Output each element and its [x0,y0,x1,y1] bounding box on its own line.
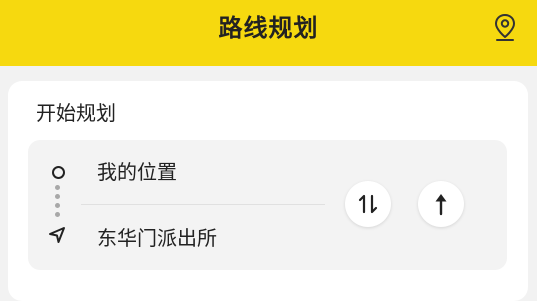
route-dot-icon [55,194,60,199]
route-dot-icon [55,185,60,190]
route-dot-icon [55,212,60,217]
page-title: 路线规划 [218,14,319,42]
row-divider [81,204,325,205]
swap-icon [358,194,378,214]
route-dot-icon [55,203,60,208]
location-pin-icon[interactable] [491,12,519,44]
go-button[interactable] [418,181,464,227]
origin-field[interactable]: 我的位置 [97,158,177,186]
swap-button[interactable] [345,181,391,227]
app-header: 路线规划 [0,0,537,66]
navigation-arrow-icon [48,226,66,244]
arrow-up-icon [435,194,447,216]
destination-field[interactable]: 东华门派出所 [97,224,217,252]
origin-marker-icon [52,166,65,179]
planner-title: 开始规划 [36,101,116,125]
